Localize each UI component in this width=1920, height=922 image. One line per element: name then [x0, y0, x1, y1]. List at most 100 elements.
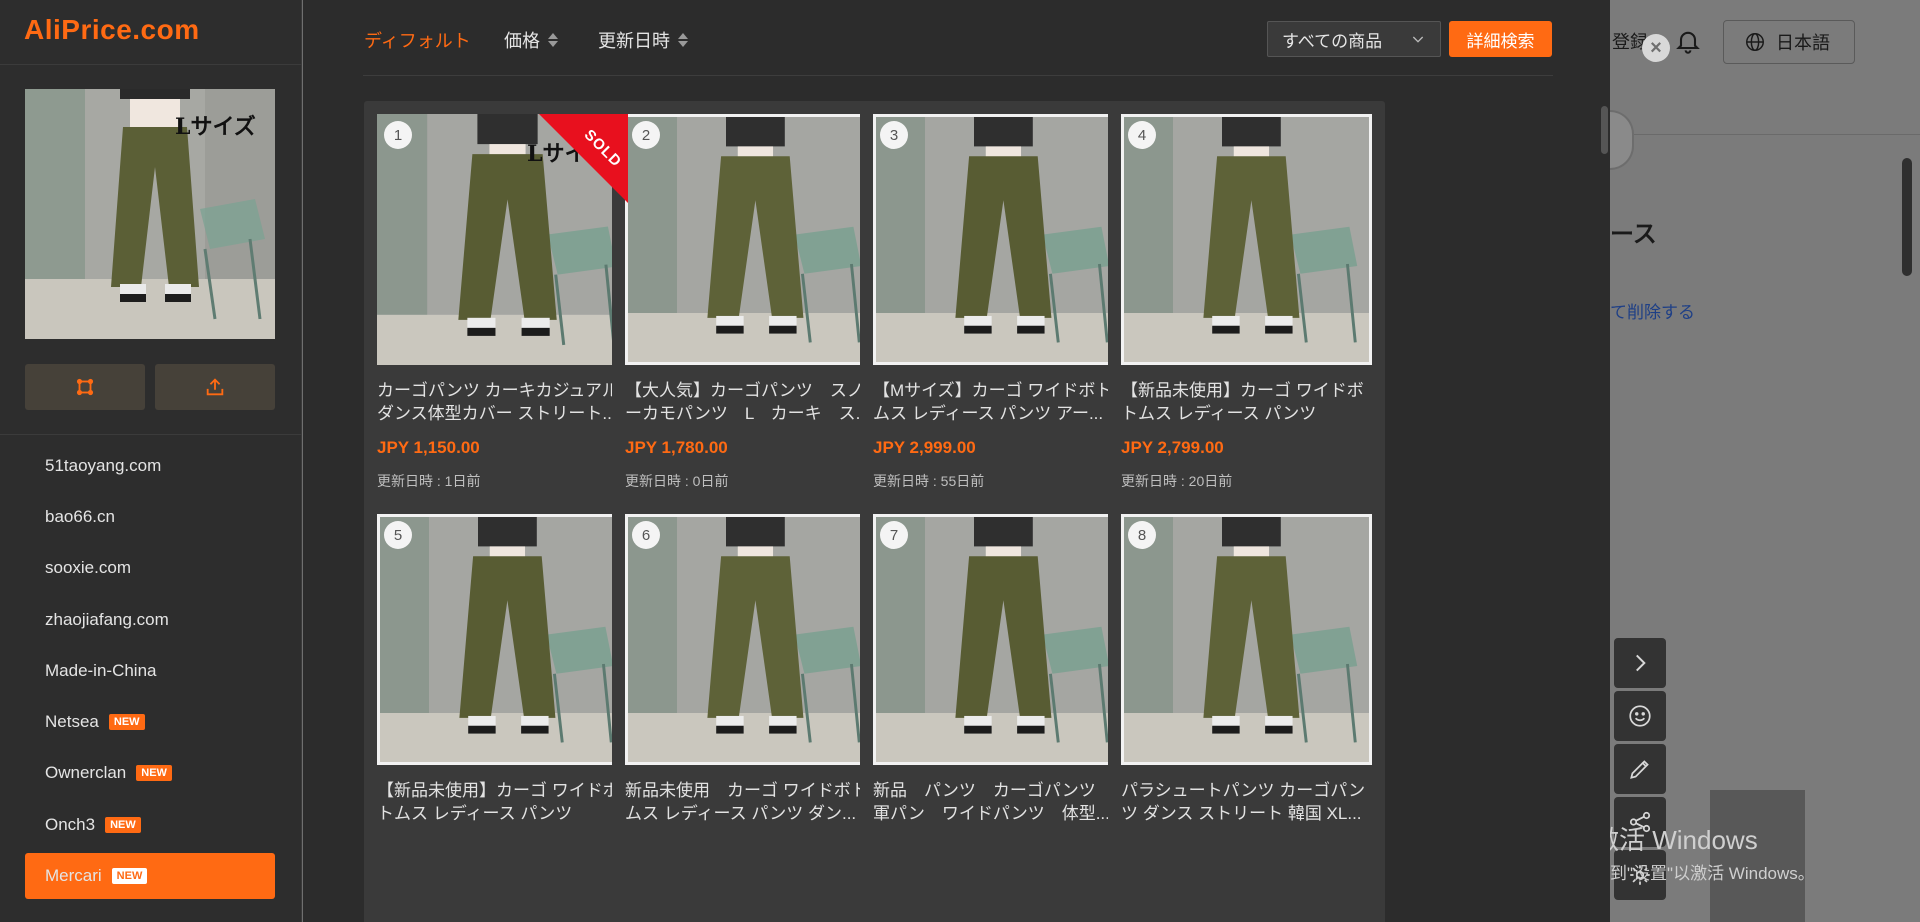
sort-toolbar: ディフォルト 価格 更新日時 すべての商品 詳細検索 — [303, 0, 1610, 76]
product-card[interactable]: 6 新品未使用 カーゴ ワイドボトムス レディース パンツ ダン... — [612, 501, 889, 922]
product-price: JPY 2,799.00 — [1121, 438, 1224, 457]
sort-price[interactable]: 価格 — [504, 27, 558, 53]
site-item-label: sooxie.com — [45, 558, 131, 578]
product-card[interactable]: Lサイズ 1 SOLD カーゴパンツ カーキカジュアル ダンス体型カバー ストリート.… — [364, 101, 641, 566]
product-image[interactable] — [625, 514, 876, 765]
rank-badge: 2 — [632, 121, 660, 149]
chevron-right-icon — [1636, 654, 1646, 672]
divider — [0, 434, 302, 435]
site-item-label: Made-in-China — [45, 660, 157, 680]
sort-default-label: ディフォルト — [364, 31, 471, 51]
language-selector[interactable]: 日本語 — [1723, 20, 1855, 64]
product-updated: 更新日時 : 55日前 — [873, 473, 985, 489]
sold-label: SOLD — [581, 126, 626, 171]
sort-arrows-icon — [678, 33, 688, 47]
product-price: JPY 1,150.00 — [377, 438, 480, 457]
crop-search-button[interactable] — [25, 364, 145, 410]
sort-default[interactable]: ディフォルト — [364, 27, 471, 53]
source-product-image: Lサイズ — [25, 89, 275, 339]
advanced-search-button[interactable]: 詳細検索 — [1449, 21, 1552, 57]
product-price: JPY 2,999.00 — [873, 438, 976, 457]
site-item-label: Onch3 — [45, 814, 96, 834]
new-badge: NEW — [136, 765, 172, 782]
site-item-label: Netsea — [45, 712, 99, 732]
product-title[interactable]: カーゴパンツ カーキカジュアル ダンス体型カバー ストリート... — [377, 379, 631, 425]
bell-icon[interactable] — [1674, 26, 1702, 56]
product-image[interactable] — [1121, 514, 1372, 765]
rank-badge: 4 — [1128, 121, 1156, 149]
site-item[interactable]: Mercari NEW — [25, 853, 275, 900]
product-title[interactable]: 新品 パンツ カーゴパンツ 軍パン ワイドパンツ 体型... — [873, 779, 1127, 825]
new-badge: NEW — [105, 816, 141, 833]
product-card[interactable]: 8 パラシュートパンツ カーゴパンツ ダンス ストリート 韓国 XL... — [1108, 501, 1385, 922]
product-updated: 更新日時 : 20日前 — [1121, 473, 1233, 489]
sort-arrows-icon — [548, 33, 558, 47]
product-image[interactable] — [873, 114, 1124, 365]
source-site-list: 51taoyang.com bao66.cn sooxie.com zhaojiafa… — [25, 440, 275, 900]
sold-ribbon: SOLD — [539, 114, 628, 203]
product-card[interactable]: 2 【大人気】カーゴパンツ スノーカモパンツ L カーキ ス... JPY 1,78… — [612, 101, 889, 566]
product-image[interactable] — [1121, 114, 1372, 365]
product-title[interactable]: 【新品未使用】カーゴ ワイドボトムス レディース パンツ — [377, 779, 631, 825]
product-filter-select[interactable]: すべての商品 — [1267, 21, 1441, 57]
page-scrollbar[interactable] — [1902, 158, 1912, 276]
smiley-icon — [1629, 705, 1651, 727]
product-updated: 更新日時 : 1日前 — [377, 473, 481, 489]
delete-all-link[interactable]: て削除する — [1610, 298, 1695, 323]
product-filter-value: すべての商品 — [1282, 31, 1383, 51]
edit-button[interactable] — [1614, 744, 1666, 794]
site-item[interactable]: zhaojiafang.com — [25, 594, 275, 645]
site-item-label: zhaojiafang.com — [45, 609, 169, 629]
product-image[interactable] — [377, 514, 628, 765]
new-badge: NEW — [108, 714, 145, 731]
panel-scrollbar[interactable] — [1601, 106, 1608, 154]
rank-badge: 7 — [880, 521, 908, 549]
feedback-button[interactable] — [1614, 691, 1666, 741]
upload-image-button[interactable] — [155, 364, 275, 410]
site-item[interactable]: Made-in-China — [25, 645, 275, 696]
rank-badge: 8 — [1128, 521, 1156, 549]
product-title[interactable]: 【新品未使用】カーゴ ワイドボトムス レディース パンツ — [1121, 379, 1375, 425]
site-item-label: Ownerclan — [45, 763, 127, 783]
site-item-label: bao66.cn — [45, 506, 115, 526]
site-item[interactable]: Ownerclan NEW — [25, 748, 275, 799]
site-item[interactable]: bao66.cn — [25, 491, 275, 542]
product-title[interactable]: 【Mサイズ】カーゴ ワイドボトムス レディース パンツ アー... — [873, 379, 1127, 425]
product-card[interactable]: 5 【新品未使用】カーゴ ワイドボトムス レディース パンツ — [364, 501, 641, 922]
product-card[interactable]: 4 【新品未使用】カーゴ ワイドボトムス レディース パンツ JPY 2,799.0… — [1108, 101, 1385, 566]
sort-updated-label: 更新日時 — [598, 31, 670, 51]
sidebar: AliPrice.com Lサイズ 51taoyang.com bao66.cn… — [0, 0, 302, 922]
language-label: 日本語 — [1776, 33, 1830, 53]
product-image[interactable] — [873, 514, 1124, 765]
site-item[interactable]: sooxie.com — [25, 543, 275, 594]
collapse-button[interactable] — [1614, 638, 1666, 688]
sort-price-label: 価格 — [504, 31, 540, 51]
product-card[interactable]: 7 新品 パンツ カーゴパンツ 軍パン ワイドパンツ 体型... — [860, 501, 1137, 922]
site-item[interactable]: Onch3 NEW — [25, 799, 275, 850]
pencil-icon — [1630, 760, 1649, 779]
rank-badge: 1 — [384, 121, 412, 149]
product-title[interactable]: 【大人気】カーゴパンツ スノーカモパンツ L カーキ ス... — [625, 379, 879, 425]
close-overlay-button[interactable]: × — [1642, 34, 1670, 62]
site-item[interactable]: 51taoyang.com — [25, 440, 275, 491]
product-updated: 更新日時 : 0日前 — [625, 473, 729, 489]
product-title[interactable]: パラシュートパンツ カーゴパンツ ダンス ストリート 韓国 XL... — [1121, 779, 1375, 825]
results-panel: ディフォルト 価格 更新日時 すべての商品 詳細検索 Lサイズ 1 SOLD カーゴパ… — [303, 0, 1610, 922]
product-price: JPY 1,780.00 — [625, 438, 728, 457]
image-overlay-text: Lサイズ — [175, 114, 256, 140]
crop-icon — [76, 378, 94, 396]
product-card[interactable]: 3 【Mサイズ】カーゴ ワイドボトムス レディース パンツ アー... JPY 2,… — [860, 101, 1137, 566]
site-item-label: 51taoyang.com — [45, 455, 162, 475]
upload-icon — [206, 378, 224, 396]
aliprice-logo[interactable]: AliPrice.com — [24, 14, 200, 46]
divider — [0, 64, 302, 65]
site-item[interactable]: Netsea NEW — [25, 696, 275, 747]
divider — [363, 75, 1553, 76]
product-title[interactable]: 新品未使用 カーゴ ワイドボトムス レディース パンツ ダン... — [625, 779, 879, 825]
sort-updated[interactable]: 更新日時 — [598, 27, 688, 53]
rank-badge: 6 — [632, 521, 660, 549]
rank-badge: 3 — [880, 121, 908, 149]
windows-activation-watermark: 激活 Windows 转到"设置"以激活 Windows。 — [1593, 820, 1815, 884]
product-image[interactable] — [625, 114, 876, 365]
background-heading: ース — [1610, 221, 1657, 248]
